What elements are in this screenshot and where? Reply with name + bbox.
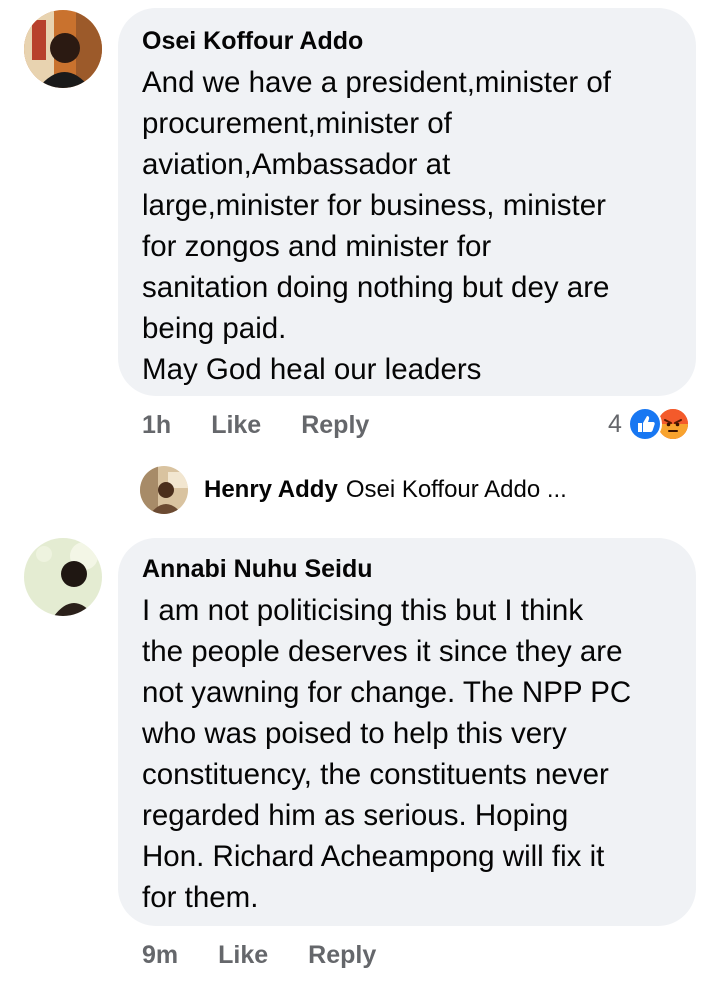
reply-button[interactable]: Reply [301, 411, 369, 440]
comment-bubble: Osei Koffour Addo And we have a presiden… [118, 8, 696, 396]
avatar[interactable] [24, 10, 102, 88]
reply-button[interactable]: Reply [308, 941, 376, 970]
comment-author[interactable]: Annabi Nuhu Seidu [142, 554, 672, 584]
reply-preview[interactable]: Henry Addy Osei Koffour Addo ... [204, 475, 567, 505]
reaction-count: 4 [608, 409, 622, 438]
comment-bubble: Annabi Nuhu Seidu I am not politicising … [118, 538, 696, 926]
reply-author[interactable]: Henry Addy [204, 476, 338, 504]
like-button[interactable]: Like [218, 941, 268, 970]
reply-avatar[interactable] [140, 466, 188, 514]
comment-text: And we have a president,minister of proc… [142, 66, 611, 386]
like-icon [627, 407, 662, 441]
comment-author[interactable]: Osei Koffour Addo [142, 26, 672, 56]
comment-text: I am not politicising this but I think t… [142, 594, 632, 914]
comment-thread: Osei Koffour Addo And we have a presiden… [0, 0, 720, 983]
avatar[interactable] [24, 538, 102, 616]
reply-preview-text: Osei Koffour Addo ... [345, 476, 567, 503]
comment-time[interactable]: 9m [142, 941, 178, 970]
like-button[interactable]: Like [211, 411, 261, 440]
comment-time[interactable]: 1h [142, 411, 171, 440]
comment-actions: 1h Like Reply [142, 410, 369, 440]
comment-actions: 9m Like Reply [142, 940, 376, 970]
reaction-summary[interactable]: 4 [608, 406, 690, 442]
